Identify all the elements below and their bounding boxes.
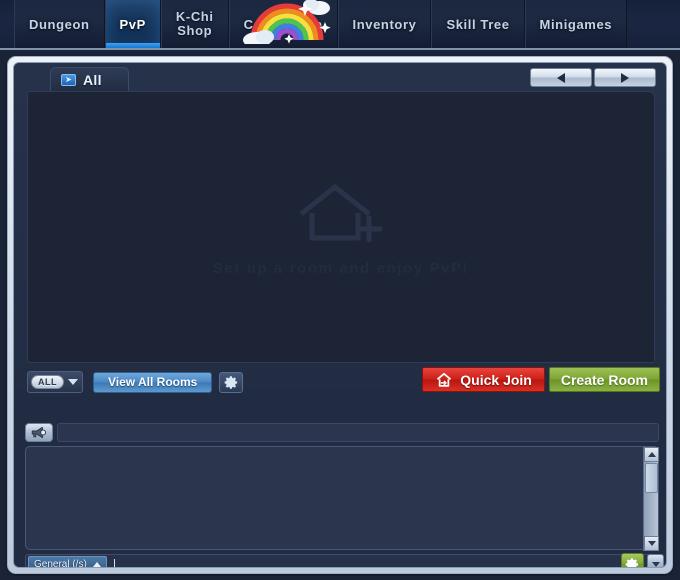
room-list-panel: ➤ All Set up a room and enjoy PvP! ALL V…	[14, 63, 666, 393]
chat-jump-to-bottom-button[interactable]	[647, 554, 664, 567]
chat-scrollbar[interactable]	[643, 447, 659, 551]
nav-tab-list: Dungeon PvP K-Chi Shop Coordishop Inventory Sk…	[0, 0, 680, 48]
room-toolbar-actions: Quick Join Create Room	[422, 367, 660, 392]
room-pager	[530, 68, 656, 87]
nav-tab-label: Skill Tree	[446, 16, 510, 32]
megaphone-icon	[31, 426, 46, 439]
triangle-down-icon	[647, 541, 656, 546]
room-list-empty-state: Set up a room and enjoy PvP!	[28, 180, 654, 277]
room-list-empty-message: Set up a room and enjoy PvP!	[212, 260, 470, 277]
pager-prev-button[interactable]	[530, 68, 592, 87]
room-filter-value: ALL	[31, 375, 64, 389]
category-tab-label: All	[83, 71, 102, 88]
nav-tab-label: Minigames	[539, 16, 613, 32]
nav-tab-label: Inventory	[352, 16, 417, 32]
chat-input[interactable]	[115, 555, 658, 567]
triangle-right-icon	[621, 72, 629, 83]
pager-next-button[interactable]	[594, 68, 656, 87]
lobby-frame: ➤ All Set up a room and enjoy PvP! ALL V…	[7, 56, 673, 574]
chat-scroll-down-button[interactable]	[644, 536, 659, 551]
chat-scroll-up-button[interactable]	[644, 447, 659, 462]
category-tab-all[interactable]: ➤ All	[50, 67, 129, 91]
announcement-button[interactable]	[25, 423, 53, 442]
arrow-chip-icon: ➤	[61, 73, 76, 86]
create-room-label: Create Room	[560, 371, 648, 388]
chat-channel-label: General (/s)	[34, 559, 87, 568]
triangle-down-icon	[651, 561, 660, 567]
main-nav-bar: Dungeon PvP K-Chi Shop Coordishop Inventory Sk…	[0, 0, 680, 50]
triangle-left-icon	[557, 72, 565, 83]
chat-input-row: General (/s)	[25, 554, 659, 568]
nav-tab-coordishop[interactable]: Coordishop	[228, 0, 338, 48]
create-room-button[interactable]: Create Room	[548, 367, 660, 392]
category-tab-strip: ➤ All	[14, 63, 666, 91]
house-arrow-icon	[437, 372, 452, 387]
room-filter-dropdown[interactable]: ALL	[27, 371, 83, 393]
nav-tab-minigames[interactable]: Minigames	[524, 0, 628, 48]
gear-icon	[224, 375, 237, 389]
nav-tab-label: Dungeon	[29, 16, 90, 32]
view-all-rooms-label: View All Rooms	[108, 375, 198, 389]
pvp-lobby-screen: Dungeon PvP K-Chi Shop Coordishop Inventory Sk…	[0, 0, 680, 580]
nav-tab-dungeon[interactable]: Dungeon	[14, 0, 105, 48]
nav-tab-skill-tree[interactable]: Skill Tree	[431, 0, 525, 48]
chat-channel-selector[interactable]: General (/s)	[28, 556, 107, 568]
caret-down-icon	[68, 379, 78, 385]
quick-join-label: Quick Join	[460, 371, 532, 388]
nav-tab-label: PvP	[119, 16, 146, 32]
room-settings-button[interactable]	[219, 371, 244, 393]
triangle-up-icon	[647, 452, 656, 457]
house-plus-icon	[299, 184, 383, 243]
view-all-rooms-button[interactable]: View All Rooms	[93, 371, 213, 393]
quick-join-button[interactable]: Quick Join	[422, 367, 545, 392]
nav-tab-label-line2: Shop	[177, 23, 213, 38]
announcement-text-bar[interactable]	[57, 423, 659, 442]
nav-tab-pvp[interactable]: PvP	[104, 0, 161, 48]
gear-icon	[625, 557, 639, 567]
announcement-row	[25, 423, 659, 442]
lobby-frame-inner: ➤ All Set up a room and enjoy PvP! ALL V…	[13, 62, 667, 568]
nav-tab-label: K-Chi	[175, 9, 214, 25]
room-list[interactable]: Set up a room and enjoy PvP!	[27, 91, 655, 363]
nav-tab-inventory[interactable]: Inventory	[337, 0, 432, 48]
nav-tab-kchi-shop[interactable]: K-Chi Shop	[160, 0, 229, 48]
chat-log[interactable]	[25, 446, 659, 551]
nav-tab-label: Coordishop	[243, 16, 323, 32]
chat-settings-button[interactable]	[621, 553, 644, 567]
caret-up-icon	[92, 562, 101, 567]
room-toolbar: ALL View All Rooms Quick Join Create Roo…	[14, 367, 666, 397]
chat-scroll-thumb[interactable]	[645, 463, 658, 493]
